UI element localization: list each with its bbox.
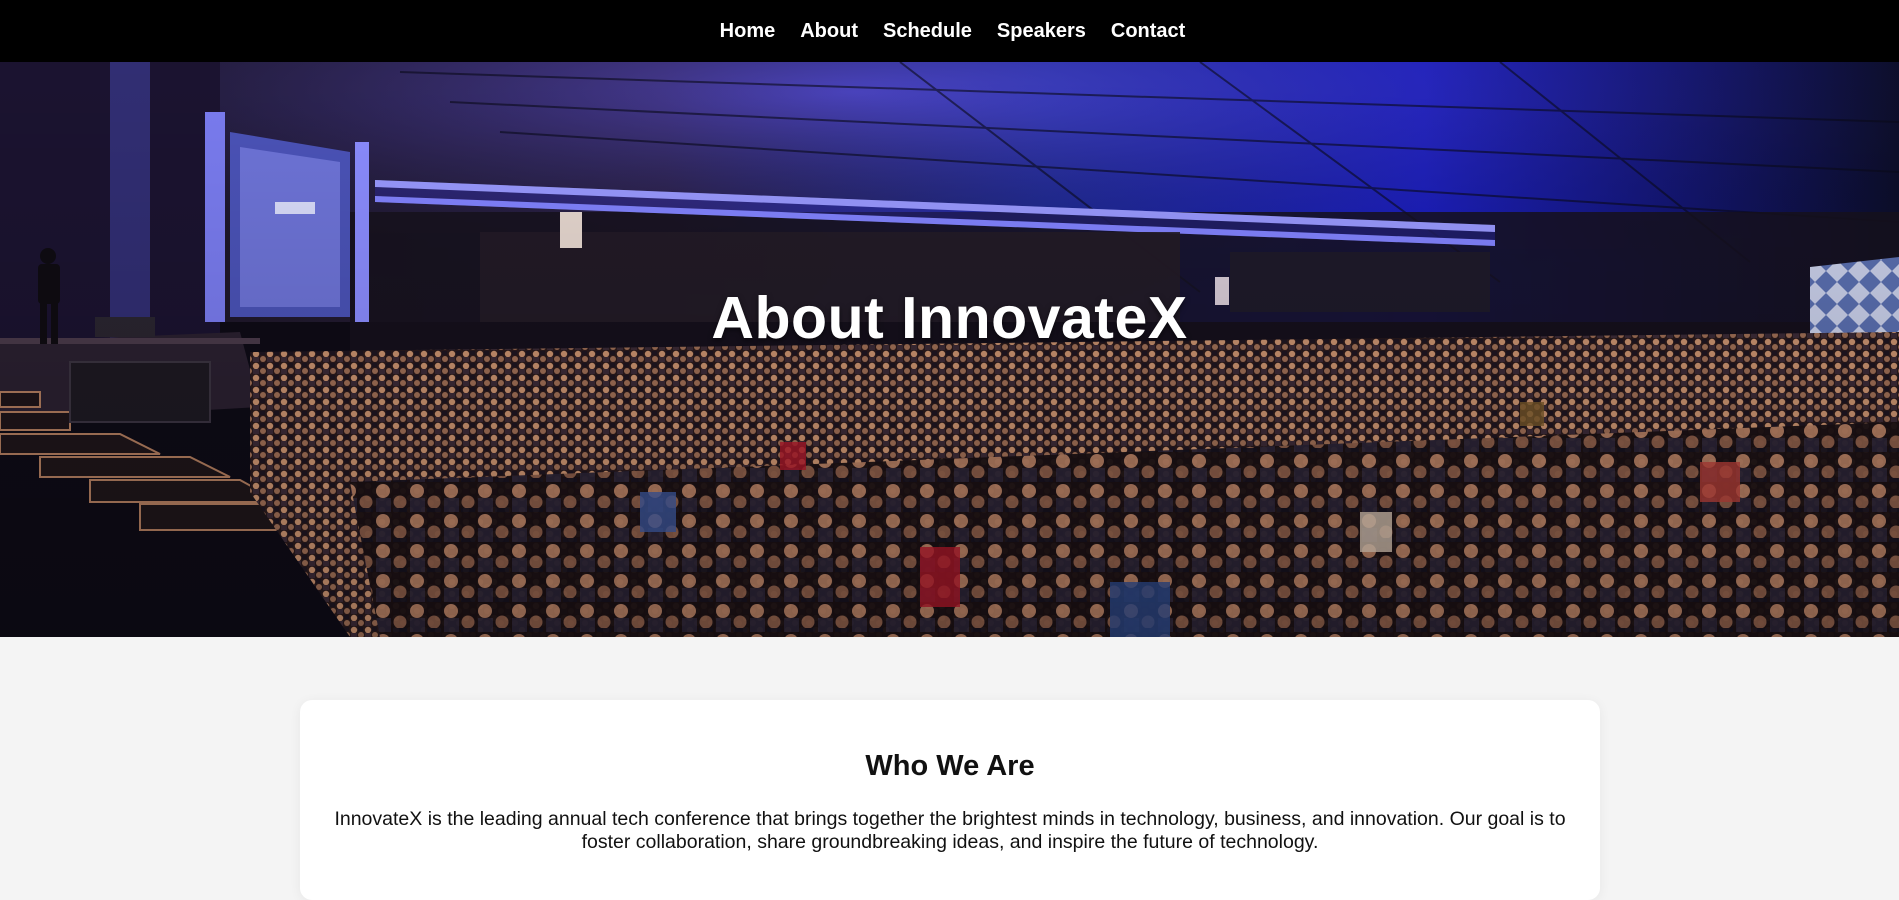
nav-link-about[interactable]: About xyxy=(800,20,858,43)
hero-banner: About InnovateX xyxy=(0,62,1899,637)
top-navigation: Home About Schedule Speakers Contact xyxy=(0,0,1899,62)
nav-link-contact[interactable]: Contact xyxy=(1111,20,1185,43)
section-heading: Who We Are xyxy=(865,750,1035,782)
nav-link-schedule[interactable]: Schedule xyxy=(883,20,972,43)
about-card: Who We Are InnovateX is the leading annu… xyxy=(300,700,1600,900)
nav-list: Home About Schedule Speakers Contact xyxy=(720,20,1186,43)
page-title: About InnovateX xyxy=(711,285,1188,351)
section-body-text: InnovateX is the leading annual tech con… xyxy=(334,808,1566,853)
nav-link-home[interactable]: Home xyxy=(720,20,776,43)
nav-link-speakers[interactable]: Speakers xyxy=(997,20,1086,43)
